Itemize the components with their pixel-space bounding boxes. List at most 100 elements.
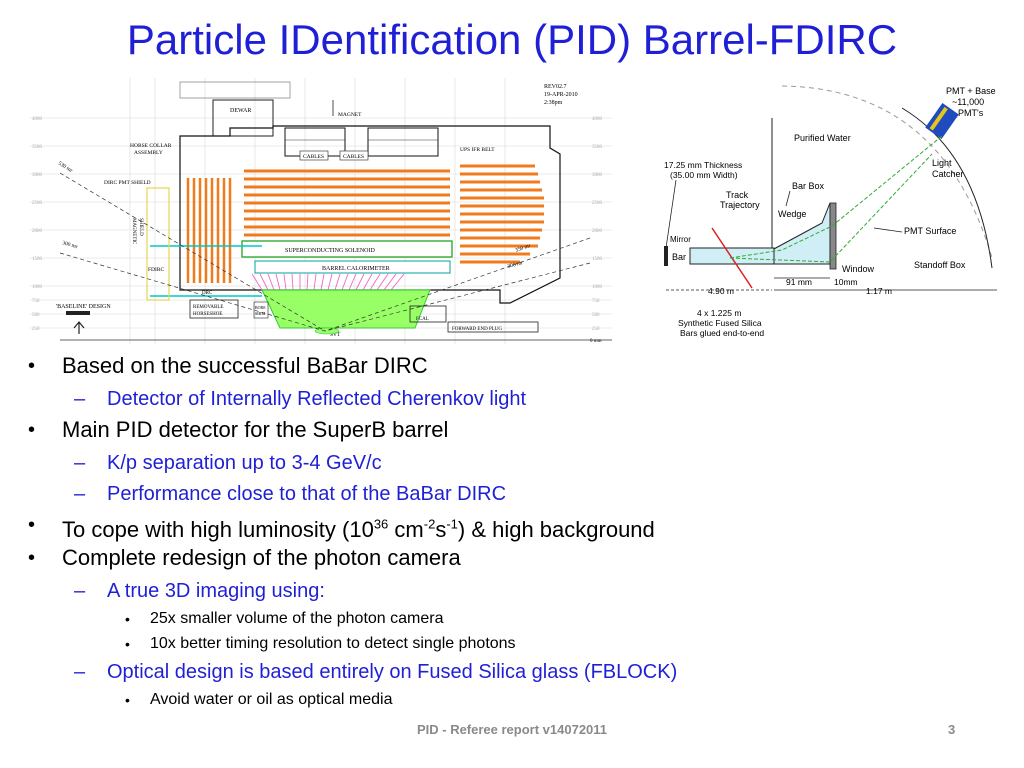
unit-text: cm	[388, 517, 424, 543]
ruler-right-label: 2500	[592, 201, 603, 206]
revision-date: 19-APR-2010	[544, 92, 578, 98]
cables-label: CABLES	[303, 154, 324, 160]
zero-label: 0 mm	[590, 339, 602, 344]
bullet-text: Based on the successful BaBar DIRC	[62, 353, 428, 378]
purified-water-label: Purified Water	[794, 133, 851, 143]
length-490-label: 4.90 m	[708, 286, 734, 296]
bullet-dot-icon: •	[28, 355, 36, 377]
fcal-label: FCAL	[416, 317, 429, 322]
magnet-label: MAGNET	[338, 112, 362, 118]
bullet-dot-icon: •	[28, 547, 36, 569]
sub-bullet-text: Performance close to that of the BaBar D…	[107, 483, 507, 505]
ruler-right-label: 4000	[592, 117, 603, 122]
ruler-left-label: 2500	[32, 201, 43, 206]
bar-box-label: Bar Box	[792, 181, 825, 191]
length-10-label: 10mm	[834, 277, 858, 287]
dewar-label: DEWAR	[230, 108, 251, 114]
luminosity-tail-text: ) & high background	[457, 517, 655, 543]
revision-label: REV02.7	[544, 84, 567, 90]
ruler-left-label: 250	[32, 327, 40, 332]
ruler-right-label: 1500	[592, 257, 603, 262]
sub-bullet-item: – Performance close to that of the BaBar …	[22, 480, 1012, 511]
bars-dimension-label: 4 x 1.225 m	[697, 308, 741, 318]
baseline-design-label: 'BASELINE' DESIGN	[56, 304, 111, 310]
sub-bullet-text: Optical design is based entirely on Fuse…	[107, 661, 678, 683]
sub-sub-bullet-text: Avoid water or oil as optical media	[150, 691, 393, 708]
ruler-left-label: 750	[32, 299, 40, 304]
sub-bullet-item: – K/p separation up to 3-4 GeV/c	[22, 449, 1012, 480]
dirc-pmt-shield-label: DIRC PMT SHIELD	[104, 180, 151, 186]
bullet-list: • Based on the successful BaBar DIRC – Det…	[22, 352, 1012, 714]
bars-glued-label: Bars glued end-to-end	[680, 328, 764, 338]
page-number: 3	[948, 722, 956, 737]
horse-collar-label: HORSE COLLAR	[130, 143, 172, 149]
ups-ifr-belt-label: UPS IFR BELT	[460, 147, 495, 153]
bullet-item: • Complete redesign of the photon camera	[22, 544, 1012, 577]
pmt-surface-label: PMT Surface	[904, 226, 956, 236]
ruler-left-label: 3000	[32, 173, 43, 178]
barrel-calorimeter-label: BARREL CALORIMETER	[322, 266, 390, 272]
sub-bullet-text: K/p separation up to 3-4 GeV/c	[107, 452, 382, 474]
mirror-label: Mirror	[670, 235, 691, 244]
superconducting-solenoid-label: SUPERCONDUCTING SOLENOID	[285, 248, 376, 254]
dash-icon: –	[74, 661, 86, 683]
width-label: (35.00 mm Width)	[670, 170, 738, 180]
unit-text: s	[435, 517, 447, 543]
length-91-label: 91 mm	[786, 277, 812, 287]
ruler-left-label: 4000	[32, 117, 43, 122]
sub-bullet-item: – Optical design is based entirely on Fus…	[22, 658, 1012, 689]
ruler-right-label: 250	[592, 327, 600, 332]
sub-sub-bullet-item: • Avoid water or oil as optical media	[22, 689, 1012, 714]
slide-footer: PID - Referee report v14072011	[416, 722, 608, 737]
wedge-label: Wedge	[778, 209, 806, 219]
bore-label: BORE	[255, 305, 266, 310]
bullet-dot-icon: •	[125, 692, 130, 708]
bullet-dot-icon: •	[28, 514, 36, 536]
sub-bullet-text: Detector of Internally Reflected Cherenk…	[107, 388, 527, 410]
bullet-dot-icon: •	[125, 636, 130, 652]
light-label: Light	[932, 158, 952, 168]
dash-icon: –	[74, 388, 86, 410]
slide-title: Particle IDentification (PID) Barrel-FDI…	[126, 16, 898, 63]
bullet-dot-icon: •	[125, 611, 130, 627]
exponent: -2	[423, 517, 436, 532]
sub-sub-bullet-text: 10x better timing resolution to detect s…	[150, 635, 516, 652]
dash-icon: –	[74, 452, 86, 474]
ruler-right-label: 1000	[592, 285, 603, 290]
ruler-right-label: 3000	[592, 173, 603, 178]
sub-bullet-item: – Detector of Internally Reflected Cheren…	[22, 385, 1012, 416]
track-label: Track	[726, 190, 749, 200]
pmts-label: PMT's	[958, 108, 984, 118]
window-label: Window	[842, 264, 875, 274]
ruler-left-label: 3500	[32, 145, 43, 150]
fdirc-schematic-figure: PMT + Base ~11,000 PMT's Purified Water …	[652, 78, 1004, 348]
bullet-text: To cope with high luminosity (1036 cm-2s…	[62, 517, 655, 542]
bullet-item: • Based on the successful BaBar DIRC	[22, 352, 1012, 385]
fdirc-label: FDIRC	[148, 267, 165, 273]
bar-label: Bar	[672, 252, 686, 262]
standoff-box-label: Standoff Box	[914, 260, 966, 270]
bullet-text: Complete redesign of the photon camera	[62, 545, 461, 570]
ruler-right-label: 2000	[592, 229, 603, 234]
sub-sub-bullet-item: • 10x better timing resolution to detect …	[22, 633, 1012, 658]
bullet-item: • To cope with high luminosity (1036 cm-2…	[22, 511, 1012, 544]
trajectory-label: Trajectory	[720, 200, 760, 210]
bullet-item: • Main PID detector for the SuperB barrel	[22, 416, 1012, 449]
bullet-dot-icon: •	[28, 419, 36, 441]
ruler-left-label: 2000	[32, 229, 43, 234]
horseshoe-label: HORSESHOE	[193, 312, 222, 317]
catcher-label: Catcher	[932, 169, 964, 179]
magnetic-label: MAGNETIC	[131, 218, 136, 245]
ruler-left-label: 1000	[32, 285, 43, 290]
removable-label: REMOVABLE	[193, 305, 223, 310]
ruler-left-label: 1500	[32, 257, 43, 262]
sub-sub-bullet-item: • 25x smaller volume of the photon camera	[22, 608, 1012, 633]
dash-icon: –	[74, 580, 86, 602]
ruler-right-label: 500	[592, 313, 600, 318]
sub-sub-bullet-text: 25x smaller volume of the photon camera	[150, 610, 444, 627]
pmt-base-label: PMT + Base	[946, 86, 996, 96]
sub-bullet-item: – A true 3D imaging using:	[22, 577, 1012, 608]
thickness-label: 17.25 mm Thickness	[664, 160, 742, 170]
luminosity-text: To cope with high luminosity (10	[62, 517, 374, 543]
shim-label: SHIM	[255, 311, 265, 316]
